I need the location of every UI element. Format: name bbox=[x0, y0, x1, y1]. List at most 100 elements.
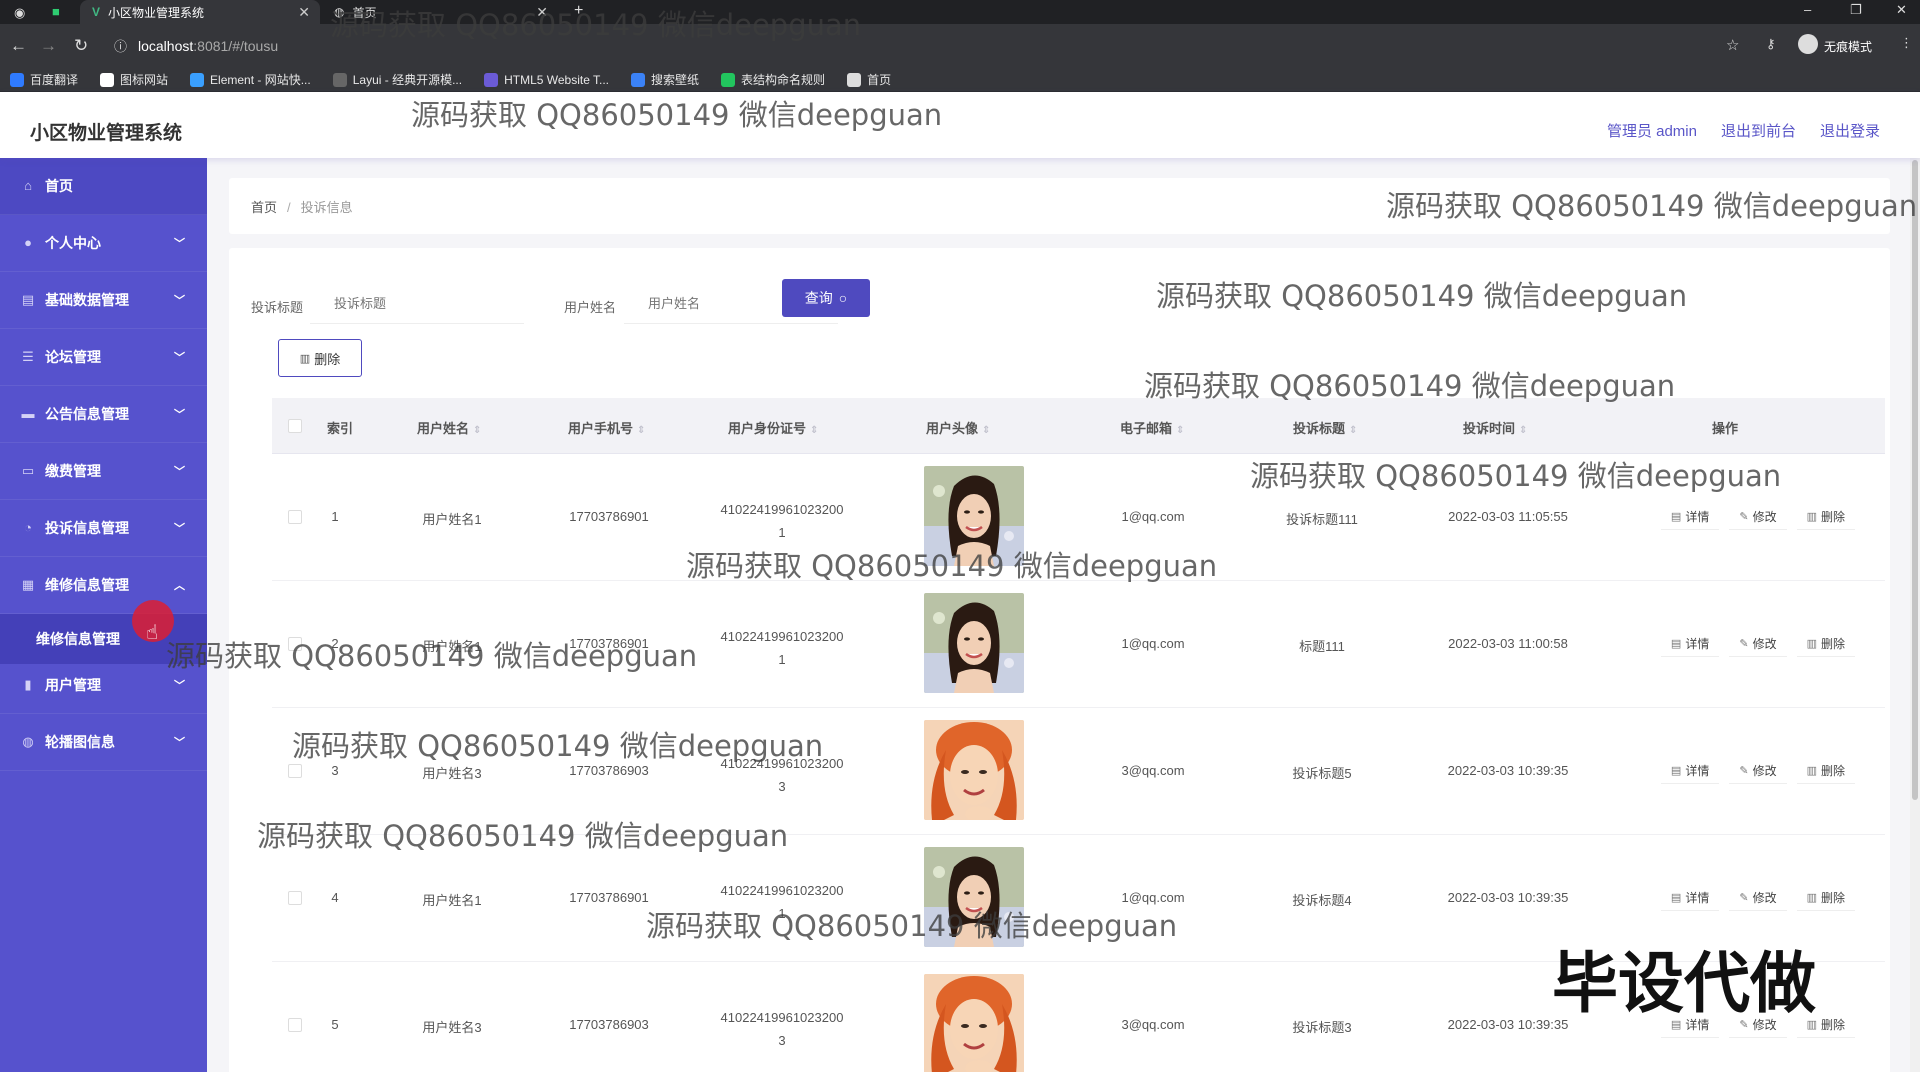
app-title: 小区物业管理系统 bbox=[30, 123, 183, 144]
browser-more-icon[interactable]: ⋮ bbox=[1900, 35, 1913, 51]
watermark-text: 源码获取 QQ86050149 微信deepguan bbox=[330, 8, 862, 42]
sort-icon[interactable]: ⇕ bbox=[637, 425, 645, 436]
restore-icon[interactable]: ❐ bbox=[1850, 0, 1862, 20]
sort-icon[interactable]: ⇕ bbox=[1519, 425, 1527, 436]
edit-button[interactable]: ✎ 修改 bbox=[1729, 631, 1787, 657]
column-header[interactable]: 投诉标题 ⇕ bbox=[1293, 418, 1357, 437]
cell-complaint-time: 2022-03-03 10:39:35 bbox=[1447, 763, 1569, 778]
edit-button[interactable]: ✎ 修改 bbox=[1729, 885, 1787, 911]
bookmark-item[interactable]: Element - 网站快... bbox=[190, 71, 311, 88]
bookmarks-bar: 百度翻译 图标网站 Element - 网站快... Layui - 经典开源模...… bbox=[0, 68, 1920, 92]
row-checkbox[interactable] bbox=[288, 891, 302, 905]
column-header-label: 用户头像 bbox=[926, 421, 979, 436]
query-button[interactable]: 查询 ○ bbox=[782, 279, 870, 317]
bookmark-item[interactable]: HTML5 Website T... bbox=[484, 72, 609, 87]
reload-icon[interactable]: ↻ bbox=[74, 36, 88, 56]
row-checkbox[interactable] bbox=[288, 764, 302, 778]
watermark-text: 源码获取 QQ86050149 微信deepguan bbox=[292, 729, 824, 763]
scrollbar[interactable] bbox=[1910, 158, 1920, 1072]
minimize-icon[interactable]: – bbox=[1804, 0, 1811, 20]
delete-button[interactable]: ▥ 删除 bbox=[1796, 504, 1855, 530]
sidebar-item[interactable]: ◍ 轮播图信息 ﹀ bbox=[0, 714, 207, 771]
cell-complaint-time: 2022-03-03 11:00:58 bbox=[1448, 636, 1568, 651]
sort-icon[interactable]: ⇕ bbox=[810, 425, 818, 436]
watermark-text: 源码获取 QQ86050149 微信deepguan bbox=[1386, 189, 1918, 223]
breadcrumb-home[interactable]: 首页 bbox=[251, 200, 277, 215]
edit-button[interactable]: ✎ 修改 bbox=[1729, 504, 1787, 530]
detail-button[interactable]: ▤ 详情 bbox=[1660, 885, 1720, 911]
column-header[interactable]: 用户身份证号 ⇕ bbox=[728, 418, 818, 437]
detail-button[interactable]: ▤ 详情 bbox=[1660, 758, 1720, 784]
sidebar-item[interactable]: ⌂ 首页 bbox=[0, 158, 207, 215]
delete-button[interactable]: ▥ 删除 bbox=[1796, 758, 1855, 784]
sort-icon[interactable]: ⇕ bbox=[473, 425, 481, 436]
batch-delete-button[interactable]: ▥ 删除 bbox=[278, 339, 362, 377]
breadcrumb: 首页 / 投诉信息 bbox=[251, 197, 353, 216]
sort-icon[interactable]: ⇕ bbox=[1176, 425, 1184, 436]
bookmark-label: Element - 网站快... bbox=[210, 73, 311, 87]
window-close-icon[interactable]: ✕ bbox=[1896, 0, 1907, 20]
row-checkbox[interactable] bbox=[288, 510, 302, 524]
incognito-label[interactable]: 无痕模式 bbox=[1824, 38, 1872, 55]
url-input[interactable]: localhost:8081/#/tousu bbox=[138, 38, 278, 54]
document-icon: ▤ bbox=[1670, 638, 1682, 650]
row-checkbox[interactable] bbox=[288, 1018, 302, 1032]
key-icon[interactable]: ⚷ bbox=[1766, 36, 1776, 52]
action-label: 删除 bbox=[1820, 891, 1845, 905]
bookmark-item[interactable]: 表结构命名规则 bbox=[721, 71, 825, 88]
site-info-icon[interactable]: ⓘ bbox=[114, 37, 127, 57]
sort-icon[interactable]: ⇕ bbox=[1349, 425, 1357, 436]
cell-complaint-time: 2022-03-03 10:39:35 bbox=[1447, 890, 1569, 905]
bookmark-item[interactable]: 图标网站 bbox=[100, 71, 168, 88]
select-all-checkbox[interactable] bbox=[288, 419, 302, 433]
sidebar-item-label: 维修信息管理 bbox=[45, 577, 129, 593]
database-icon: ▤ bbox=[21, 292, 35, 307]
browser-menu-icon[interactable]: ◉ bbox=[14, 3, 25, 23]
cell-email: 1@qq.com bbox=[1121, 509, 1185, 524]
sidebar-item[interactable]: ▬ 公告信息管理 ﹀ bbox=[0, 386, 207, 443]
column-header[interactable]: 电子邮箱 ⇕ bbox=[1120, 418, 1184, 437]
detail-button[interactable]: ▤ 详情 bbox=[1660, 631, 1720, 657]
chevron-up-icon: ︿ bbox=[174, 580, 185, 592]
action-label: 删除 bbox=[1820, 510, 1845, 524]
sort-icon[interactable]: ⇕ bbox=[982, 425, 990, 436]
column-header[interactable]: 投诉时间 ⇕ bbox=[1463, 418, 1527, 437]
cell-id-number: 41022419961023200 1 bbox=[702, 498, 862, 544]
sidebar-item[interactable]: ▤ 基础数据管理 ﹀ bbox=[0, 272, 207, 329]
action-label: 修改 bbox=[1752, 891, 1777, 905]
delete-button[interactable]: ▥ 删除 bbox=[1796, 631, 1855, 657]
detail-button[interactable]: ▤ 详情 bbox=[1660, 504, 1720, 530]
chevron-down-icon: ﹀ bbox=[174, 295, 185, 307]
bookmark-icon bbox=[190, 72, 205, 87]
bookmark-icon bbox=[484, 72, 499, 87]
column-header[interactable]: 用户姓名 ⇕ bbox=[417, 418, 481, 437]
back-icon[interactable]: ← bbox=[10, 36, 27, 56]
bookmark-item[interactable]: 首页 bbox=[847, 71, 891, 88]
watermark-text: 源码获取 QQ86050149 微信deepguan bbox=[646, 909, 1178, 943]
search-name-label: 用户姓名 bbox=[564, 300, 617, 315]
sidebar-item[interactable]: ☰ 论坛管理 ﹀ bbox=[0, 329, 207, 386]
delete-button[interactable]: ▥ 删除 bbox=[1796, 885, 1855, 911]
tab-active[interactable]: V 小区物业管理系统 ✕ bbox=[80, 0, 320, 24]
sidebar-item[interactable]: ● 个人中心 ﹀ bbox=[0, 215, 207, 272]
edit-button[interactable]: ✎ 修改 bbox=[1729, 758, 1787, 784]
bookmark-item[interactable]: Layui - 经典开源模... bbox=[332, 71, 462, 88]
sidebar-item[interactable]: ▦ 维修信息管理 ︿ bbox=[0, 557, 207, 614]
sidebar-item[interactable]: ▭ 缴费管理 ﹀ bbox=[0, 443, 207, 500]
bookmark-star-icon[interactable]: ☆ bbox=[1726, 36, 1739, 54]
tab-close-icon[interactable]: ✕ bbox=[298, 4, 310, 21]
column-header[interactable]: 用户头像 ⇕ bbox=[926, 418, 990, 437]
user-avatar-image bbox=[924, 593, 1024, 693]
extension-icon[interactable]: ■ bbox=[52, 2, 60, 22]
sidebar-item[interactable]: ◔ 投诉信息管理 ﹀ bbox=[0, 500, 207, 557]
column-header[interactable]: 用户手机号 ⇕ bbox=[568, 418, 645, 437]
row-actions: ▤ 详情 ✎ 修改 ▥ 删除 bbox=[1660, 631, 1855, 657]
bookmark-item[interactable]: 搜索壁纸 bbox=[631, 71, 699, 88]
forward-icon[interactable]: → bbox=[40, 36, 57, 56]
scrollbar-thumb[interactable] bbox=[1912, 160, 1918, 800]
bookmark-item[interactable]: 百度翻译 bbox=[10, 71, 78, 88]
exit-to-front-link[interactable]: 退出到前台 bbox=[1721, 120, 1796, 141]
search-title-input[interactable] bbox=[310, 284, 524, 324]
id-number-part: 3 bbox=[778, 1033, 786, 1048]
logout-link[interactable]: 退出登录 bbox=[1820, 120, 1880, 141]
